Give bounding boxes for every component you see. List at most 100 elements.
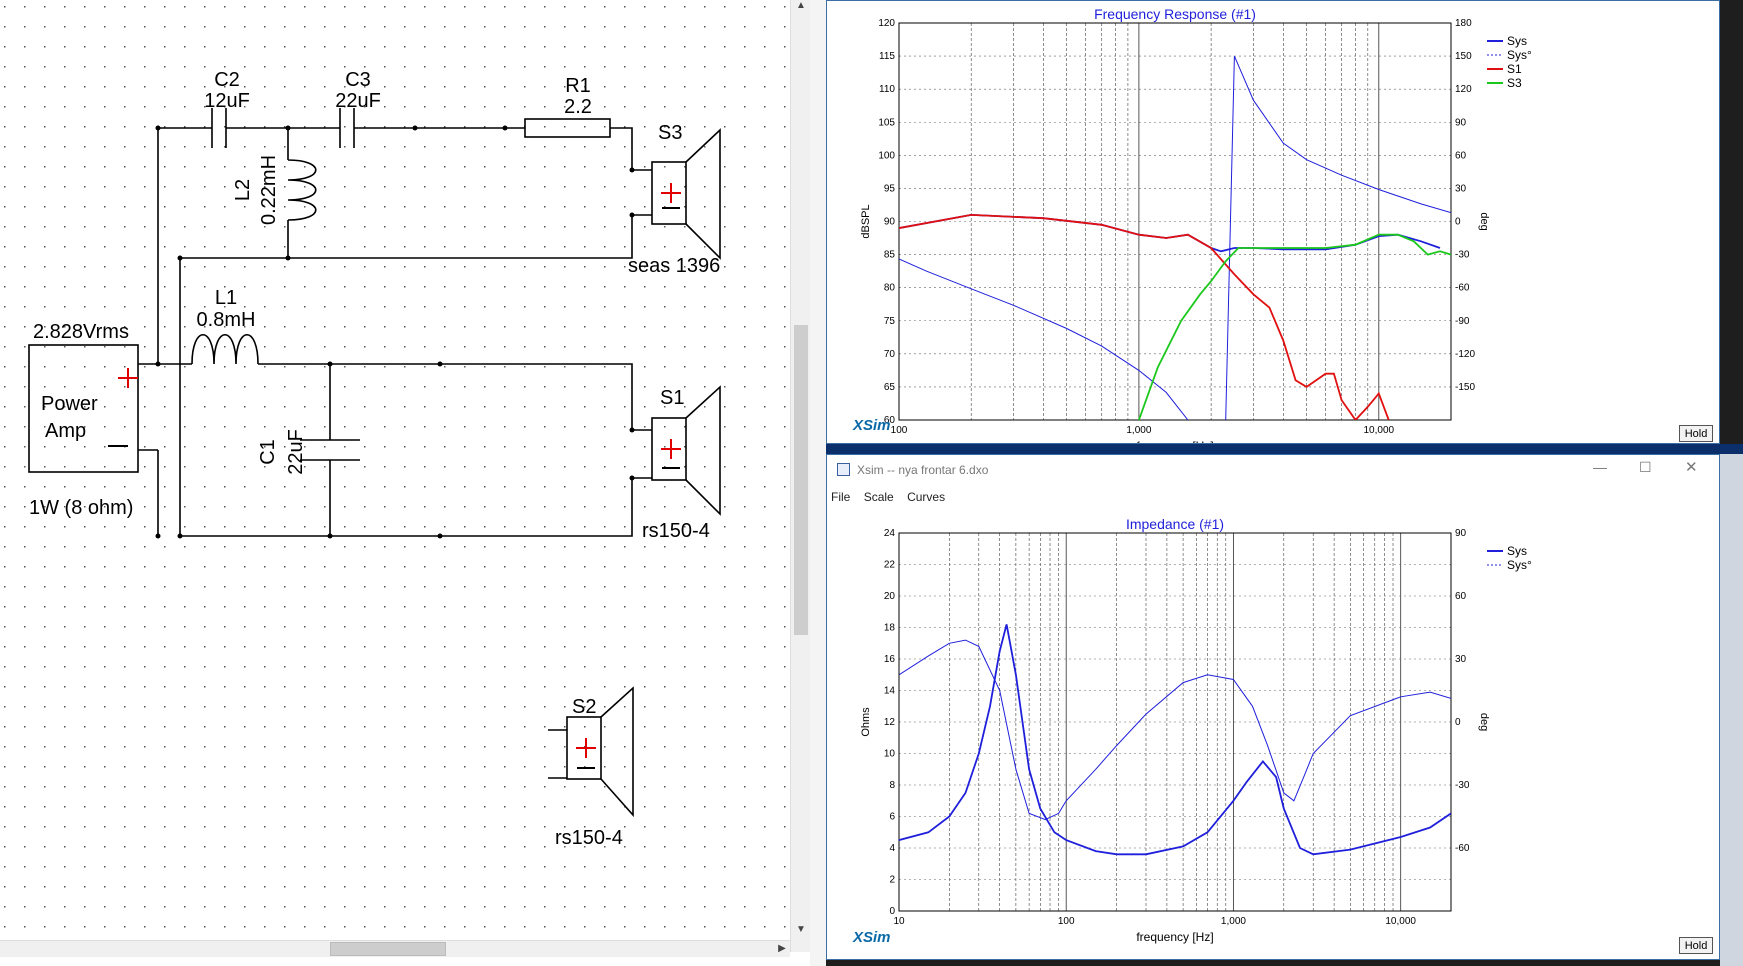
s3-model: seas 1396 bbox=[628, 255, 720, 277]
background-app-strip bbox=[810, 0, 826, 966]
y-axis-label: Ohms bbox=[860, 707, 872, 737]
x-tick-label: 10,000 bbox=[1363, 425, 1394, 436]
amp-label-line1: Power bbox=[41, 393, 98, 415]
y-tick-label: 10 bbox=[884, 749, 896, 760]
legend-label: S3 bbox=[1507, 76, 1522, 90]
y-tick-label: 4 bbox=[889, 843, 895, 854]
legend-label: Sys° bbox=[1507, 48, 1532, 62]
y-tick-label: 16 bbox=[884, 654, 896, 665]
y-tick-label: 75 bbox=[884, 316, 896, 327]
y2-tick-label: -120 bbox=[1455, 349, 1475, 360]
y-tick-label: 65 bbox=[884, 382, 896, 393]
x-tick-label: 1,000 bbox=[1126, 425, 1151, 436]
y2-tick-label: 120 bbox=[1455, 84, 1472, 95]
y2-tick-label: 60 bbox=[1455, 591, 1467, 602]
y-tick-label: 120 bbox=[878, 18, 895, 29]
circuit-diagram: C2 12uF C3 22uF R1 2.2 S3 seas 1396 L2 0… bbox=[0, 0, 790, 940]
s1-model: rs150-4 bbox=[642, 520, 710, 542]
menu-bar: File Scale Curves bbox=[827, 485, 1719, 509]
horizontal-scroll-thumb[interactable] bbox=[330, 942, 446, 956]
amp-label-line2: Amp bbox=[45, 420, 86, 442]
legend-label: Sys bbox=[1507, 544, 1527, 558]
impedance-chart: 024681012141618202224-60-30030609010 100 1… bbox=[860, 516, 1532, 944]
s1-name: S1 bbox=[660, 387, 684, 409]
y-tick-label: 100 bbox=[878, 150, 895, 161]
y-tick-label: 20 bbox=[884, 591, 896, 602]
xsim-brand-label-2: XSim bbox=[853, 929, 891, 946]
series-line-sys bbox=[899, 213, 1441, 253]
y-tick-label: 110 bbox=[879, 84, 895, 95]
scroll-up-arrow-icon[interactable]: ▲ bbox=[793, 0, 809, 14]
y-tick-label: 6 bbox=[889, 812, 895, 823]
x-tick-label: 100 bbox=[1058, 916, 1075, 927]
c2-name: C2 bbox=[214, 69, 240, 91]
r1-name: R1 bbox=[565, 75, 591, 97]
y-tick-label: 85 bbox=[884, 250, 896, 261]
y2-tick-label: 30 bbox=[1455, 183, 1467, 194]
x-tick-label: 1,000 bbox=[1221, 916, 1246, 927]
menu-scale[interactable]: Scale bbox=[859, 485, 899, 504]
hold-button-2[interactable]: Hold bbox=[1679, 937, 1713, 954]
y2-tick-label: -30 bbox=[1455, 780, 1470, 791]
y2-tick-label: -60 bbox=[1455, 283, 1470, 294]
minimize-icon[interactable]: — bbox=[1593, 459, 1607, 475]
l1-value: 0.8mH bbox=[197, 309, 256, 331]
impedance-window[interactable]: Xsim -- nya frontar 6.dxo — ☐ ✕ File Sca… bbox=[826, 454, 1720, 960]
y-tick-label: 24 bbox=[884, 528, 896, 539]
menu-curves[interactable]: Curves bbox=[902, 485, 950, 504]
maximize-icon[interactable]: ☐ bbox=[1639, 459, 1652, 476]
y-tick-label: 14 bbox=[884, 686, 896, 697]
y2-tick-label: 30 bbox=[1455, 654, 1467, 665]
y2-tick-label: 0 bbox=[1455, 217, 1461, 228]
frequency-response-chart: 60 65 70 75 80 85 90 95 100 105 110 115 120 -150 -120 -… bbox=[860, 6, 1532, 443]
series-line-sys-phase bbox=[899, 639, 1451, 821]
schematic-vertical-scrollbar[interactable]: ▲ ▼ bbox=[790, 0, 810, 952]
c2-value: 12uF bbox=[204, 90, 250, 112]
legend-label: Sys° bbox=[1507, 558, 1532, 572]
amp-rating: 1W (8 ohm) bbox=[29, 497, 133, 519]
x-axis-label: frequency [Hz] bbox=[1136, 439, 1213, 443]
series-line-s1 bbox=[899, 213, 1390, 420]
vertical-scroll-thumb[interactable] bbox=[794, 325, 808, 635]
taskbar-strip bbox=[826, 444, 1743, 454]
frequency-response-window[interactable]: 60 65 70 75 80 85 90 95 100 105 110 115 120 -150 -120 -… bbox=[826, 0, 1720, 444]
impedance-title-bar[interactable]: Xsim -- nya frontar 6.dxo — ☐ ✕ bbox=[827, 455, 1719, 485]
scroll-down-arrow-icon[interactable]: ▼ bbox=[793, 922, 809, 938]
schematic-canvas[interactable]: C2 12uF C3 22uF R1 2.2 S3 seas 1396 L2 0… bbox=[0, 0, 810, 966]
y2-tick-label: 180 bbox=[1455, 18, 1472, 29]
l1-name: L1 bbox=[215, 287, 237, 309]
c1-name: C1 bbox=[257, 439, 279, 465]
c3-value: 22uF bbox=[335, 90, 381, 112]
schematic-horizontal-scrollbar[interactable]: ▶ bbox=[0, 940, 790, 957]
scroll-right-arrow-icon[interactable]: ▶ bbox=[774, 941, 790, 957]
y2-tick-label: -30 bbox=[1455, 250, 1470, 261]
x-tick-label: 10,000 bbox=[1385, 916, 1416, 927]
y-tick-label: 22 bbox=[884, 560, 896, 571]
legend-label: Sys bbox=[1507, 34, 1527, 48]
l2-name: L2 bbox=[232, 179, 254, 201]
y-tick-label: 18 bbox=[884, 623, 896, 634]
y-tick-label: 105 bbox=[878, 117, 895, 128]
y2-tick-label: 90 bbox=[1455, 117, 1467, 128]
y2-tick-label: 0 bbox=[1455, 717, 1461, 728]
right-background-strip bbox=[1720, 454, 1743, 966]
menu-file[interactable]: File bbox=[827, 485, 855, 504]
y-tick-label: 90 bbox=[884, 217, 896, 228]
r1-value: 2.2 bbox=[564, 96, 592, 118]
app-icon bbox=[837, 463, 850, 476]
y2-tick-label: 150 bbox=[1455, 51, 1472, 62]
s3-name: S3 bbox=[658, 122, 682, 144]
x-tick-label: 100 bbox=[891, 425, 908, 436]
hold-button[interactable]: Hold bbox=[1679, 425, 1713, 442]
y2-tick-label: -150 bbox=[1455, 382, 1475, 393]
y2-tick-label: 90 bbox=[1455, 528, 1467, 539]
s2-name: S2 bbox=[572, 696, 596, 718]
chart-title: Frequency Response (#1) bbox=[1094, 6, 1256, 22]
y-tick-label: 70 bbox=[884, 349, 896, 360]
y-tick-label: 115 bbox=[879, 51, 895, 62]
series-line-s3 bbox=[1138, 233, 1451, 420]
x-tick-label: 10 bbox=[893, 916, 905, 927]
y2-axis-label: deg bbox=[1478, 713, 1490, 731]
close-icon[interactable]: ✕ bbox=[1685, 458, 1698, 476]
y2-tick-label: 60 bbox=[1455, 150, 1467, 161]
